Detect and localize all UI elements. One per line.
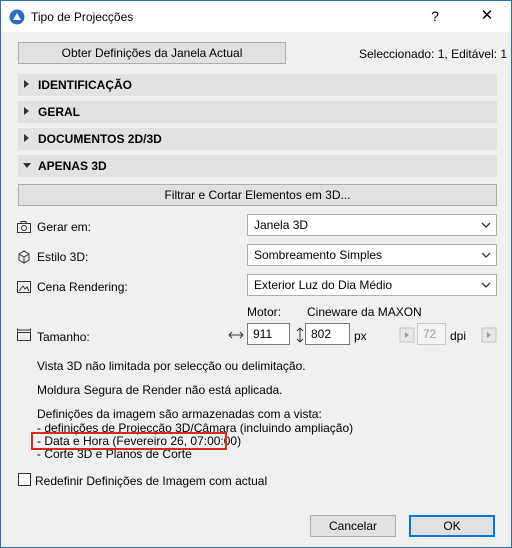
section-geral[interactable]: GERAL: [18, 101, 497, 123]
cube-style-icon: [18, 250, 30, 264]
size-label: Tamanho:: [37, 330, 90, 344]
size-icon: [17, 328, 31, 341]
get-settings-button[interactable]: Obter Definições da Janela Actual: [18, 42, 286, 64]
height-input[interactable]: 802: [305, 323, 350, 345]
width-arrows-icon: [228, 331, 244, 339]
camera-icon: [17, 221, 31, 233]
size-unit-label: px: [354, 329, 367, 343]
section-identificacao[interactable]: IDENTIFICAÇÃO: [18, 74, 497, 96]
date-time-highlight-box: [31, 432, 227, 450]
dialog-window: Tipo de Projecções ? ✕ Obter Definições …: [0, 0, 512, 548]
style-3d-select[interactable]: Sombreamento Simples: [247, 244, 497, 266]
width-input[interactable]: 911: [247, 323, 290, 345]
dpi-unit-label: dpi: [450, 329, 467, 343]
landscape-image-icon: [17, 281, 31, 293]
filter-cut-elements-button[interactable]: Filtrar e Cortar Elementos em 3D...: [18, 184, 497, 206]
dpi-input[interactable]: 72: [417, 323, 446, 345]
section-title: GERAL: [38, 105, 80, 119]
rendering-scene-label: Cena Rendering:: [37, 280, 128, 294]
section-title: APENAS 3D: [38, 159, 107, 173]
cancel-button[interactable]: Cancelar: [310, 515, 396, 537]
selection-status: Seleccionado: 1, Editável: 1: [359, 47, 508, 61]
engine-label: Motor:: [247, 305, 282, 319]
dpi-increase-icon[interactable]: [481, 327, 497, 343]
chevron-down-icon: [481, 222, 491, 228]
info-stored-settings-text: Definições da imagem são armazenadas com…: [37, 407, 322, 421]
generate-in-select[interactable]: Janela 3D: [247, 214, 497, 236]
rendering-scene-select[interactable]: Exterior Luz do Dia Médio: [247, 274, 497, 296]
info-safe-frame-text: Moldura Segura de Render não está aplica…: [37, 383, 283, 397]
section-title: IDENTIFICAÇÃO: [38, 78, 132, 92]
section-title: DOCUMENTOS 2D/3D: [38, 132, 162, 146]
redefine-settings-label[interactable]: Redefinir Definições de Imagem com actua…: [35, 474, 267, 488]
info-selection-text: Vista 3D não limitada por selecção ou de…: [37, 359, 306, 373]
section-apenas-3d[interactable]: APENAS 3D: [18, 155, 497, 177]
chevron-down-icon: [481, 252, 491, 258]
window-title: Tipo de Projecções: [31, 10, 134, 24]
generate-in-label: Gerar em:: [37, 220, 92, 234]
help-button[interactable]: ?: [423, 5, 447, 27]
dpi-decrease-icon[interactable]: [399, 327, 415, 343]
archicad-app-icon: [9, 9, 25, 25]
title-bar[interactable]: Tipo de Projecções ? ✕: [1, 1, 511, 32]
expand-arrow-icon: [24, 107, 29, 115]
redefine-settings-checkbox[interactable]: [18, 473, 31, 486]
close-button[interactable]: ✕: [475, 5, 499, 27]
collapse-arrow-icon: [23, 163, 31, 168]
expand-arrow-icon: [24, 134, 29, 142]
ok-button[interactable]: OK: [409, 515, 495, 537]
section-documentos-2d-3d[interactable]: DOCUMENTOS 2D/3D: [18, 128, 497, 150]
style-3d-label: Estilo 3D:: [37, 250, 89, 264]
engine-value: Cineware da MAXON: [307, 305, 422, 319]
chevron-down-icon: [481, 282, 491, 288]
expand-arrow-icon: [24, 80, 29, 88]
